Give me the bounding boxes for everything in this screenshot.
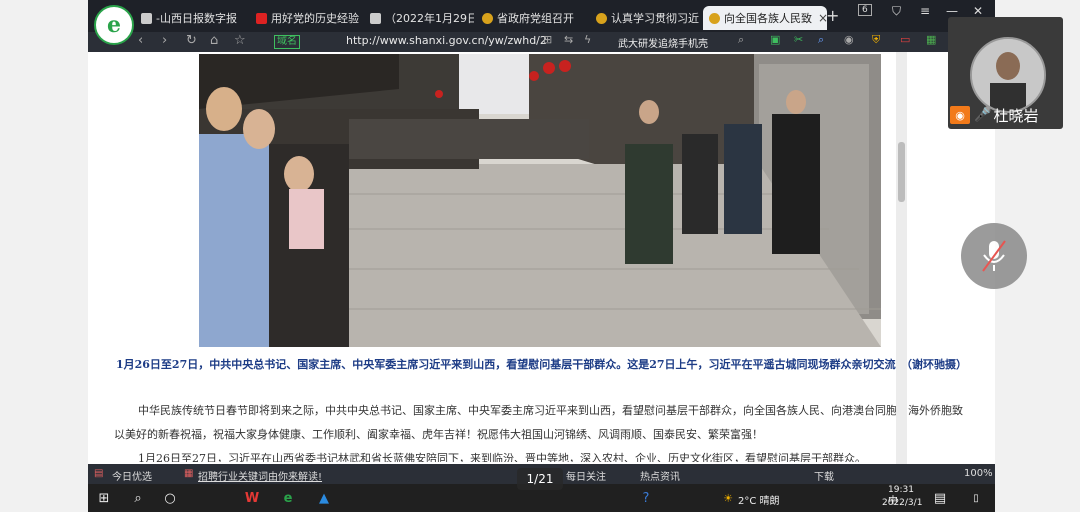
game-icon[interactable]: ◉ [844, 33, 854, 46]
ad-icon: ▦ [184, 468, 194, 479]
browser-icon[interactable]: e [278, 488, 298, 508]
apps-icon[interactable]: ▦ [926, 33, 936, 46]
emblem-icon [709, 12, 720, 24]
weather-text: 2°C 晴朗 [738, 496, 780, 507]
search-icon[interactable]: ⌕ [128, 488, 148, 508]
task-view-icon[interactable]: ○ [160, 488, 180, 508]
star-icon[interactable]: ☆ [234, 33, 246, 48]
back-icon[interactable]: ‹ [138, 33, 143, 48]
photo-scene [199, 54, 881, 347]
browser-tab-active[interactable]: 向全国各族人民致 × [703, 6, 827, 30]
emblem-icon [482, 12, 493, 24]
safe-badge: 域名 [274, 35, 300, 49]
browser-tab[interactable]: 认真学习贯彻习近 [596, 6, 700, 30]
zoom-level[interactable]: 100% [964, 468, 993, 479]
page-icon [141, 12, 152, 24]
download-link[interactable]: 下载 [814, 468, 834, 483]
scissors-icon[interactable]: ✂ [794, 33, 803, 46]
search-suggestion[interactable]: 武大研发追烧手机壳 [618, 35, 708, 50]
weather-icon: ☀ [723, 491, 733, 505]
news-photo [199, 54, 881, 347]
shield-icon[interactable]: ⛨ [872, 33, 880, 47]
find-icon[interactable]: ⌕ [818, 33, 824, 47]
ad-link[interactable]: 招聘行业关键词由你来解读! [198, 468, 322, 483]
browser-logo-icon[interactable]: e [94, 5, 134, 45]
meeting-app-icon[interactable]: ▲ [314, 488, 334, 508]
new-tab-icon[interactable]: + [826, 6, 839, 25]
tab-count-badge[interactable]: 6 [858, 4, 872, 16]
tab-label: （2022年1月29日 [385, 12, 474, 25]
wps-icon[interactable]: W [242, 488, 262, 508]
grid-icon[interactable]: ⊞ [543, 33, 552, 46]
article-paragraph: 中华民族传统节日春节即将到来之际，中共中央总书记、国家主席、中央军委主席习近平来… [114, 404, 963, 441]
search-icon[interactable]: ⌕ [738, 33, 744, 47]
tab-label: 认真学习贯彻习近 [611, 12, 699, 25]
participant-avatar [970, 37, 1046, 113]
tab-label: 向全国各族人民致 [724, 12, 812, 25]
address-bar: ‹ › ↻ ⌂ ☆ 域名 http://www.shanxi.gov.cn/yw… [88, 32, 995, 52]
daily-picks-link[interactable]: 今日优选 [112, 468, 152, 483]
url-field[interactable]: http://www.shanxi.gov.cn/yw/zwhd/2 [346, 34, 547, 47]
clock-time: 19:31 [888, 485, 914, 495]
hot-news-link[interactable]: 热点资讯 [640, 468, 680, 483]
minimize-icon[interactable]: — [946, 4, 958, 18]
tab-label: 用好党的历史经验 [271, 12, 359, 25]
person-icon: ◉ [950, 106, 970, 124]
translate-icon[interactable]: ⇆ [564, 33, 573, 46]
windows-start-icon[interactable]: ⊞ [94, 488, 114, 508]
help-icon[interactable]: ? [636, 488, 656, 508]
mute-microphone-button[interactable] [961, 223, 1027, 289]
extension-icon[interactable]: ▣ [770, 33, 780, 46]
video-icon[interactable]: ▭ [900, 33, 910, 46]
forward-icon[interactable]: › [162, 33, 167, 48]
refresh-icon[interactable]: ↻ [186, 33, 197, 48]
participant-name-bar: ◉ 🎤 杜晓岩 [950, 104, 1061, 126]
photo-caption: 1月26日至27日，中共中央总书记、国家主席、中央军委主席习近平来到山西，看望慰… [115, 358, 968, 371]
tab-label: 省政府党组召开 [497, 12, 574, 25]
web-page: 1月26日至27日，中共中央总书记、国家主席、中央军委主席习近平来到山西，看望慰… [88, 52, 995, 464]
daily-follow-link[interactable]: 每日关注 [566, 468, 606, 483]
show-desktop-icon[interactable]: ▯ [966, 488, 986, 508]
mic-muted-icon [982, 240, 1006, 272]
browser-tab[interactable]: （2022年1月29日 [370, 6, 474, 30]
clock-date: 2022/3/1 [882, 498, 923, 508]
tab-label: -山西日报数字报 [156, 12, 237, 25]
shirt-icon[interactable]: ⛉ [892, 4, 901, 19]
lightning-icon[interactable]: ϟ [584, 33, 591, 46]
avatar-figure [972, 39, 1044, 111]
browser-tab[interactable]: 省政府党组召开 [482, 6, 586, 30]
notification-icon[interactable]: ▤ [930, 488, 950, 508]
home-icon[interactable]: ⌂ [210, 33, 218, 48]
gift-icon: ▤ [94, 468, 104, 479]
emblem-icon [596, 12, 607, 24]
left-margin [0, 0, 88, 512]
page-indicator: 1/21 [517, 468, 563, 490]
close-window-icon[interactable]: ✕ [973, 4, 983, 18]
news-icon [256, 12, 267, 24]
browser-tab[interactable]: -山西日报数字报 [141, 6, 247, 30]
article-paragraph: 1月26日至27日，习近平在山西省委书记林武和省长蓝佛安陪同下，来到临汾、晋中等… [138, 452, 866, 462]
scrollbar-thumb[interactable] [898, 142, 905, 202]
page-scrollbar[interactable] [896, 52, 907, 464]
browser-tab[interactable]: 用好党的历史经验 [256, 6, 360, 30]
microphone-icon: 🎤 [974, 107, 992, 123]
browser-tab-bar: -山西日报数字报 用好党的历史经验 （2022年1月29日 省政府党组召开 认真… [88, 0, 995, 32]
menu-icon[interactable]: ≡ [920, 4, 930, 18]
participant-name: 杜晓岩 [993, 106, 1039, 125]
page-icon [370, 12, 381, 24]
